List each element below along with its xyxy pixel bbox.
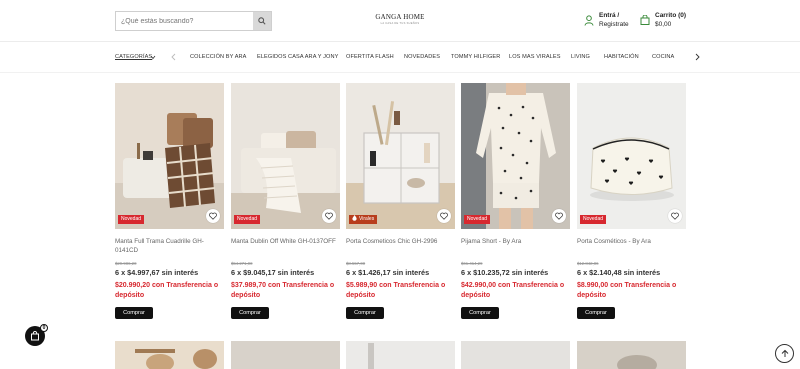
buy-button[interactable]: Comprar bbox=[231, 307, 269, 319]
nav-item-habitacion[interactable]: HABITACIÓN bbox=[604, 54, 639, 60]
product-card[interactable]: Novedad Pijama Short - By Ara $61.414,29… bbox=[461, 83, 570, 319]
arrow-up-icon bbox=[781, 349, 788, 357]
product-image[interactable]: Virales bbox=[346, 83, 455, 229]
nav-categories[interactable]: CATEGORÍAS bbox=[115, 54, 152, 60]
product-photo-cosmetic-organizer bbox=[346, 83, 455, 229]
fire-icon bbox=[352, 215, 357, 221]
product-card[interactable]: Novedad Manta Dublin Off White GH-0137OF… bbox=[231, 83, 340, 319]
product-old-price: $61.414,29 bbox=[461, 261, 483, 266]
nav-item-ofertita[interactable]: OFERTITA FLASH bbox=[346, 54, 394, 60]
virales-badge: Virales bbox=[349, 215, 378, 224]
site-logo[interactable]: GANGA HOME LA CASA DE TUS SUEÑOS bbox=[340, 13, 460, 25]
wishlist-button[interactable] bbox=[206, 209, 220, 223]
product-old-price: $54.271,00 bbox=[231, 261, 253, 266]
search-icon bbox=[258, 17, 266, 25]
cart-count: (0) bbox=[678, 12, 687, 19]
heart-icon bbox=[325, 212, 333, 220]
product-installments: 6 x $9.045,17 sin interés bbox=[231, 268, 315, 277]
site-header: GANGA HOME LA CASA DE TUS SUEÑOS Entrá /… bbox=[0, 0, 800, 42]
product-photo-cosmetic-bag bbox=[577, 83, 686, 229]
product-photo-shelf bbox=[368, 343, 374, 369]
nav-item-living[interactable]: LIVING bbox=[571, 54, 590, 60]
product-transfer-price: $37.989,70 con Transferencia o depósito bbox=[231, 282, 335, 299]
product-installments: 6 x $10.235,72 sin interés bbox=[461, 268, 549, 277]
product-image[interactable]: Novedad bbox=[231, 83, 340, 229]
nav-item-virales[interactable]: LOS MAS VIRALES bbox=[509, 54, 561, 60]
product-old-price: $29.986,20 bbox=[115, 261, 137, 266]
product-photo-blanket-plaid bbox=[115, 83, 224, 229]
product-title[interactable]: Manta Full Trama Cuadrille GH-0141CD bbox=[115, 237, 224, 255]
cart-title: Carrito (0) bbox=[655, 12, 687, 19]
product-image[interactable] bbox=[346, 341, 455, 369]
category-nav: CATEGORÍAS COLECCIÓN BY ARA ELEGIDOS CAS… bbox=[0, 43, 800, 73]
shopping-bag-icon bbox=[31, 331, 39, 341]
product-image[interactable] bbox=[461, 341, 570, 369]
product-photo-pajama bbox=[461, 83, 570, 229]
novedad-badge: Novedad bbox=[118, 215, 145, 224]
floating-cart-count: 0 bbox=[40, 324, 48, 332]
product-photo-bread-board bbox=[135, 349, 217, 369]
novedad-badge: Novedad bbox=[580, 215, 607, 224]
shopping-bag-icon bbox=[640, 15, 650, 25]
product-image[interactable]: Novedad bbox=[115, 83, 224, 229]
product-card[interactable]: Novedad Porta Cosméticos - By Ara $12.84… bbox=[577, 83, 686, 319]
product-title[interactable]: Porta Cosméticos - By Ara bbox=[577, 237, 686, 255]
product-installments: 6 x $2.140,48 sin interés bbox=[577, 268, 661, 277]
novedad-badge: Novedad bbox=[464, 215, 491, 224]
product-transfer-price: $42.990,00 con Transferencia o depósito bbox=[461, 282, 565, 299]
heart-icon bbox=[440, 212, 448, 220]
nav-next-arrow-icon[interactable] bbox=[695, 53, 700, 61]
product-title[interactable]: Porta Cosmeticos Chic GH-2996 bbox=[346, 237, 455, 255]
heart-icon bbox=[209, 212, 217, 220]
search-button[interactable] bbox=[253, 12, 271, 30]
chevron-down-icon bbox=[150, 55, 156, 60]
account-register[interactable]: Registrate bbox=[599, 21, 629, 28]
account-title: Entrá / bbox=[599, 12, 620, 19]
buy-button[interactable]: Comprar bbox=[461, 307, 499, 319]
cart-total: $0,00 bbox=[655, 21, 672, 28]
floating-cart-button[interactable]: 0 bbox=[25, 324, 48, 346]
product-image[interactable] bbox=[231, 341, 340, 369]
product-photo-mirror bbox=[617, 355, 657, 369]
product-photo-blanket-white bbox=[231, 83, 340, 229]
product-card[interactable]: Novedad Manta Full Trama Cuadrille GH-01… bbox=[115, 83, 224, 319]
novedad-badge: Novedad bbox=[234, 215, 261, 224]
nav-item-novedades[interactable]: NOVEDADES bbox=[404, 54, 440, 60]
buy-button[interactable]: Comprar bbox=[577, 307, 615, 319]
wishlist-button[interactable] bbox=[668, 209, 682, 223]
wishlist-button[interactable] bbox=[437, 209, 451, 223]
search-input[interactable] bbox=[116, 12, 253, 30]
wishlist-button[interactable] bbox=[552, 209, 566, 223]
product-image[interactable] bbox=[115, 341, 224, 369]
wishlist-button[interactable] bbox=[322, 209, 336, 223]
product-installments: 6 x $1.426,17 sin interés bbox=[346, 268, 430, 277]
product-old-price: $8.557,00 bbox=[346, 261, 366, 266]
search-bar bbox=[115, 11, 272, 31]
nav-prev-arrow-icon[interactable] bbox=[171, 53, 176, 61]
nav-item-tommy[interactable]: TOMMY HILFIGER bbox=[451, 54, 500, 60]
product-image[interactable]: Novedad bbox=[461, 83, 570, 229]
nav-item-cocina[interactable]: COCINA bbox=[652, 54, 674, 60]
nav-item-elegidos[interactable]: ELEGIDOS CASA ARA Y JONY bbox=[257, 54, 338, 60]
product-title[interactable]: Manta Dublin Off White GH-0137OFF bbox=[231, 237, 340, 255]
product-transfer-price: $5.989,90 con Transferencia o depósito bbox=[346, 282, 446, 299]
product-transfer-price: $20.990,20 con Transferencia o depósito bbox=[115, 282, 219, 299]
product-card[interactable]: Virales Porta Cosmeticos Chic GH-2996 $8… bbox=[346, 83, 455, 319]
product-image[interactable]: Novedad bbox=[577, 83, 686, 229]
product-title[interactable]: Pijama Short - By Ara bbox=[461, 237, 570, 255]
buy-button[interactable]: Comprar bbox=[115, 307, 153, 319]
product-image[interactable] bbox=[577, 341, 686, 369]
nav-item-coleccion[interactable]: COLECCIÓN BY ARA bbox=[190, 54, 247, 60]
logo-name: GANGA HOME bbox=[375, 13, 425, 21]
product-installments: 6 x $4.997,67 sin interés bbox=[115, 268, 199, 277]
buy-button[interactable]: Comprar bbox=[346, 307, 384, 319]
heart-icon bbox=[555, 212, 563, 220]
logo-tagline: LA CASA DE TUS SUEÑOS bbox=[380, 22, 420, 25]
user-icon bbox=[584, 15, 594, 26]
scroll-to-top-button[interactable] bbox=[775, 344, 794, 363]
product-old-price: $12.842,86 bbox=[577, 261, 599, 266]
heart-icon bbox=[671, 212, 679, 220]
product-transfer-price: $8.990,00 con Transferencia o depósito bbox=[577, 282, 677, 299]
